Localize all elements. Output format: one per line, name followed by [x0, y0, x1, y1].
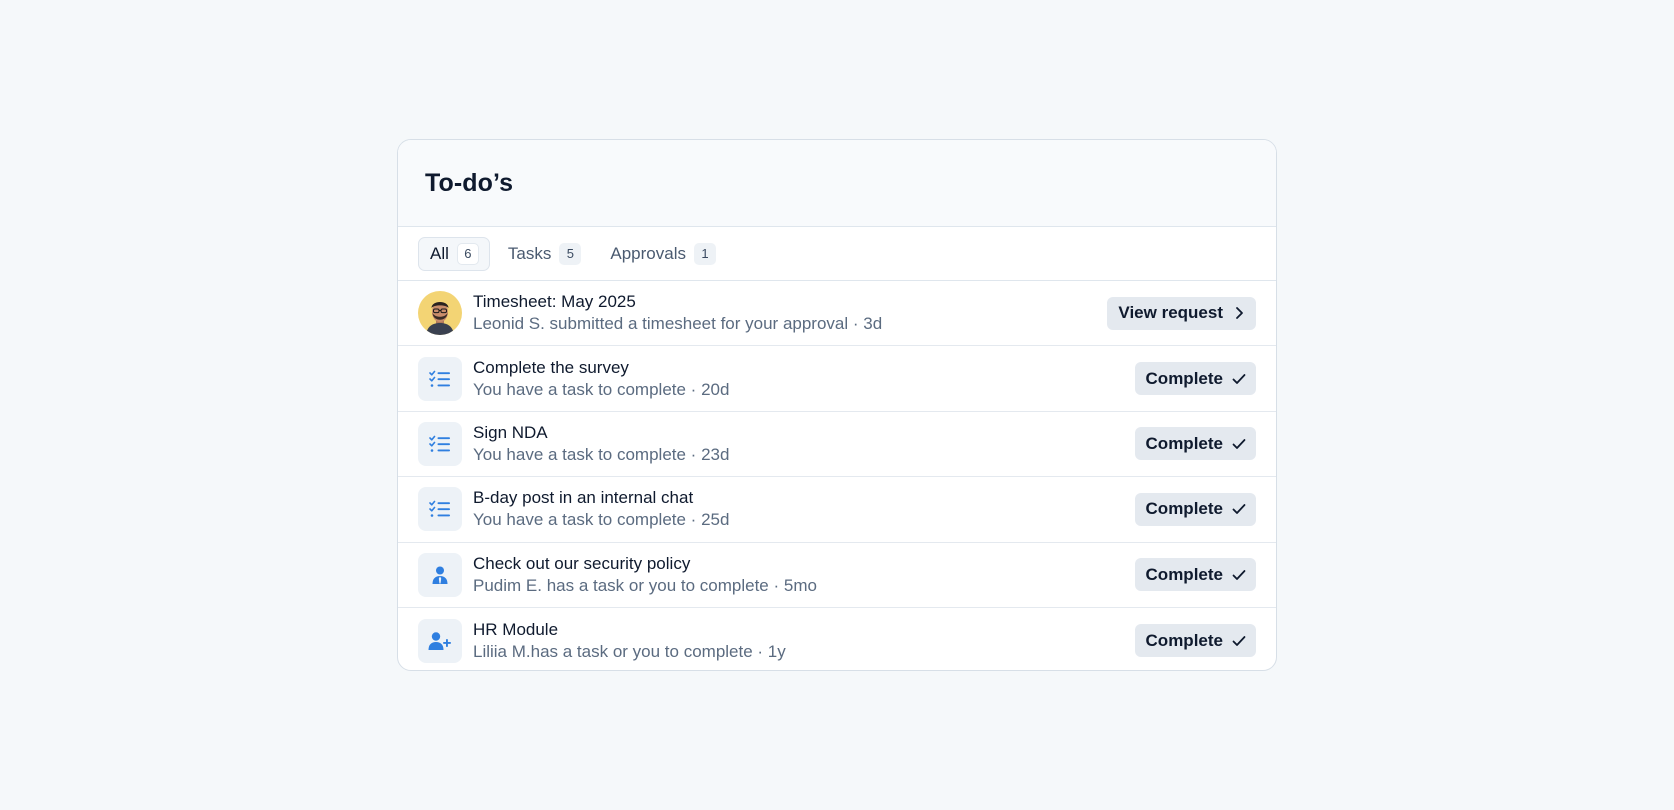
item-title: B-day post in an internal chat — [473, 488, 694, 508]
tab-approvals[interactable]: Approvals 1 — [598, 237, 727, 271]
task-list-icon — [418, 487, 462, 532]
item-subtitle: You have a task to complete · 23d — [473, 444, 730, 464]
item-subtitle: Liliia M.has a task or you to complete ·… — [473, 641, 786, 661]
tab-label: Approvals — [610, 243, 686, 263]
item-title: Sign NDA — [473, 422, 548, 442]
view-request-button[interactable]: View request — [1107, 296, 1256, 330]
list-item: HR Module Liliia M.has a task or you to … — [398, 608, 1276, 670]
list-item: Sign NDA You have a task to complete · 2… — [398, 412, 1276, 478]
item-subtitle: You have a task to complete · 20d — [473, 379, 730, 399]
item-subtitle: Pudim E. has a task or you to complete ·… — [473, 575, 817, 595]
check-icon — [1232, 568, 1246, 582]
item-texts: B-day post in an internal chat You have … — [473, 487, 1135, 531]
complete-button[interactable]: Complete — [1134, 362, 1256, 396]
tab-count-badge: 6 — [456, 242, 479, 265]
tab-count-badge: 1 — [693, 242, 716, 265]
item-texts: HR Module Liliia M.has a task or you to … — [473, 619, 1135, 663]
tab-all[interactable]: All 6 — [418, 236, 490, 271]
list-item: B-day post in an internal chat You have … — [398, 477, 1276, 543]
tab-label: All — [430, 243, 449, 263]
button-label: View request — [1118, 303, 1223, 323]
tab-count-badge: 5 — [559, 242, 582, 265]
button-label: Complete — [1145, 499, 1223, 519]
button-label: Complete — [1145, 564, 1223, 584]
item-title: Complete the survey — [473, 357, 629, 377]
card-header: To-do’s — [398, 140, 1276, 227]
check-icon — [1232, 372, 1246, 386]
chevron-right-icon — [1232, 306, 1246, 320]
list-item: Timesheet: May 2025 Leonid S. submitted … — [398, 281, 1276, 347]
check-icon — [1232, 634, 1246, 648]
item-texts: Complete the survey You have a task to c… — [473, 357, 1135, 401]
tab-bar: All 6 Tasks 5 Approvals 1 — [398, 227, 1276, 281]
check-icon — [1232, 502, 1246, 516]
item-title: Check out our security policy — [473, 553, 691, 573]
item-texts: Sign NDA You have a task to complete · 2… — [473, 422, 1135, 466]
user-tie-icon — [418, 552, 462, 597]
complete-button[interactable]: Complete — [1134, 427, 1256, 461]
user-plus-icon — [418, 618, 462, 663]
task-list-icon — [418, 356, 462, 401]
check-icon — [1232, 437, 1246, 451]
complete-button[interactable]: Complete — [1134, 624, 1256, 658]
todos-card: To-do’s All 6 Tasks 5 Approvals 1 Timesh… — [397, 139, 1277, 671]
card-title: To-do’s — [425, 168, 514, 197]
todo-list: Timesheet: May 2025 Leonid S. submitted … — [398, 281, 1276, 670]
avatar — [418, 291, 462, 336]
task-list-icon — [418, 421, 462, 466]
button-label: Complete — [1145, 368, 1223, 388]
item-subtitle: Leonid S. submitted a timesheet for your… — [473, 314, 883, 334]
list-item: Check out our security policy Pudim E. h… — [398, 543, 1276, 608]
button-label: Complete — [1145, 630, 1223, 650]
item-title: HR Module — [473, 619, 559, 639]
item-texts: Check out our security policy Pudim E. h… — [473, 553, 1135, 597]
complete-button[interactable]: Complete — [1134, 558, 1256, 592]
list-item: Complete the survey You have a task to c… — [398, 346, 1276, 412]
item-texts: Timesheet: May 2025 Leonid S. submitted … — [473, 291, 1107, 335]
complete-button[interactable]: Complete — [1134, 492, 1256, 526]
button-label: Complete — [1145, 433, 1223, 453]
tab-label: Tasks — [507, 243, 552, 263]
tab-tasks[interactable]: Tasks 5 — [496, 237, 592, 271]
item-subtitle: You have a task to complete · 25d — [473, 510, 730, 530]
item-title: Timesheet: May 2025 — [473, 292, 636, 312]
